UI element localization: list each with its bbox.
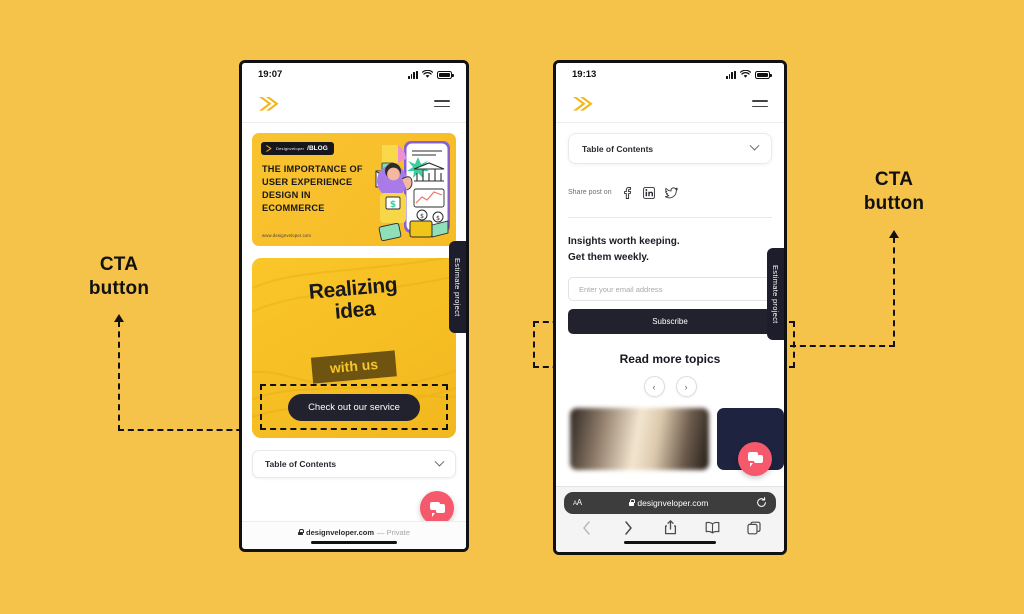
status-bar-left: 19:07	[242, 63, 466, 85]
cellular-bars-icon	[725, 70, 736, 79]
carousel-navigation: ‹ ›	[556, 376, 784, 397]
blog-badge-brand: Designveloper	[276, 146, 305, 151]
annotation-label-left: CTA button	[66, 253, 172, 301]
annotation-right-line-horizontal	[790, 345, 895, 347]
lock-icon	[629, 499, 636, 506]
share-post-row: Share post on	[568, 186, 772, 199]
newsletter-heading: Insights worth keeping. Get them weekly.	[568, 234, 772, 265]
promo-card: Realizing idea with us Check out our ser…	[252, 258, 456, 438]
annotation-left-arrowhead	[114, 314, 124, 322]
home-indicator-right	[564, 538, 776, 548]
annotation-right-arrowhead	[889, 230, 899, 238]
text-size-button[interactable]: AA	[573, 498, 582, 507]
carousel-prev-button[interactable]: ‹	[643, 376, 665, 397]
safari-compact-bar-left: designveloper.com — Private	[242, 521, 466, 549]
chevron-down-icon	[749, 140, 760, 151]
reload-icon[interactable]	[756, 497, 767, 508]
site-header-right	[556, 85, 784, 123]
status-icons-right	[725, 69, 772, 79]
chat-widget-left[interactable]	[420, 491, 454, 521]
newsletter-heading-line1: Insights worth keeping.	[568, 236, 680, 247]
share-post-label: Share post on	[568, 189, 612, 196]
chat-bubble-icon	[429, 501, 445, 517]
wifi-icon	[740, 69, 751, 78]
cellular-bars-icon	[407, 70, 418, 79]
table-of-contents-bar-left[interactable]: Table of Contents	[252, 450, 456, 478]
email-input[interactable]: Enter your email address	[568, 277, 772, 301]
bookmarks-icon[interactable]	[704, 520, 720, 536]
battery-icon	[437, 70, 454, 79]
estimate-project-tab-right-label: Estimate project	[771, 264, 780, 324]
chat-bubble-icon	[747, 452, 763, 468]
table-of-contents-label-right: Table of Contents	[582, 143, 654, 154]
safari-toolbar	[564, 514, 776, 538]
chat-widget-right[interactable]	[738, 441, 772, 476]
annotation-label-right: CTA button	[841, 168, 947, 216]
phone-mockup-left: 19:07 Estimate project Designveloper /BL…	[239, 60, 469, 552]
designveloper-logo[interactable]	[572, 95, 594, 113]
blog-badge: Designveloper /BLOG	[261, 142, 334, 155]
phone-mockup-right: 19:13 Estimate project Table of Contents	[553, 60, 787, 555]
blog-badge-text: /BLOG	[307, 145, 328, 152]
annotation-left-line1: CTA	[99, 254, 139, 275]
status-bar-right: 19:13	[556, 63, 784, 85]
annotation-right-line1: CTA	[874, 169, 914, 190]
designveloper-logo[interactable]	[258, 95, 280, 113]
page-viewport-right: Estimate project Table of Contents Share…	[556, 123, 784, 486]
blog-banner-url: www.designveloper.com	[262, 233, 312, 238]
annotation-right-line2: button	[863, 192, 925, 214]
safari-address-bar[interactable]: AA designveloper.com	[564, 491, 776, 514]
back-chevron-icon[interactable]	[578, 520, 594, 536]
blog-banner-image: Designveloper /BLOG THE IMPORTANCE OF US…	[252, 133, 456, 246]
safari-url-right: designveloper.com	[637, 497, 709, 508]
cta-highlight-box-left: Check out our service	[260, 384, 448, 430]
tabs-icon[interactable]	[746, 520, 762, 536]
lock-icon	[298, 529, 305, 535]
safari-url-row-left[interactable]: designveloper.com — Private	[298, 528, 410, 537]
blog-illustration: $ $ $	[375, 141, 450, 242]
safari-browser-bar-right: AA designveloper.com	[556, 485, 784, 552]
safari-url-group: designveloper.com	[629, 498, 708, 508]
svg-text:$: $	[420, 213, 424, 220]
chevron-down-icon	[434, 456, 445, 467]
check-out-service-button[interactable]: Check out our service	[288, 393, 420, 421]
page-viewport-left: Estimate project Designveloper /BLOG THE…	[242, 123, 466, 521]
wifi-icon	[422, 69, 433, 78]
annotation-left-line-vertical	[118, 321, 120, 431]
hamburger-menu-icon[interactable]	[434, 99, 450, 108]
status-icons-left	[407, 69, 454, 79]
topic-card-image[interactable]	[570, 408, 709, 470]
svg-text:$: $	[436, 215, 440, 222]
svg-text:$: $	[390, 200, 396, 210]
estimate-project-tab-right[interactable]: Estimate project	[767, 248, 784, 340]
annotation-right-line-vertical	[893, 237, 895, 347]
hamburger-menu-icon[interactable]	[752, 99, 768, 108]
annotation-left-line2: button	[88, 277, 150, 299]
carousel-next-button[interactable]: ›	[675, 376, 697, 397]
section-divider	[568, 217, 772, 218]
safari-private-label: — Private	[377, 527, 410, 537]
forward-chevron-icon[interactable]	[620, 520, 636, 536]
home-indicator-left	[311, 540, 397, 544]
table-of-contents-label-left: Table of Contents	[265, 459, 337, 469]
linkedin-icon[interactable]	[643, 186, 656, 199]
twitter-icon[interactable]	[664, 186, 678, 199]
estimate-project-tab-left-label: Estimate project	[453, 257, 462, 317]
status-time-right: 19:13	[572, 68, 597, 80]
status-time-left: 19:07	[258, 68, 283, 80]
email-input-placeholder: Enter your email address	[579, 284, 663, 294]
share-icon[interactable]	[662, 520, 678, 536]
battery-icon	[755, 70, 772, 79]
site-header-left	[242, 85, 466, 123]
facebook-icon[interactable]	[621, 186, 634, 199]
subscribe-button[interactable]: Subscribe	[568, 309, 772, 334]
newsletter-heading-line2: Get them weekly.	[568, 251, 649, 263]
estimate-project-tab-left[interactable]: Estimate project	[449, 241, 466, 333]
table-of-contents-dropdown-right[interactable]: Table of Contents	[568, 133, 772, 164]
designveloper-logo-mini-icon	[265, 145, 272, 152]
safari-url-left: designveloper.com	[306, 527, 374, 537]
read-more-topics-heading: Read more topics	[619, 352, 721, 366]
